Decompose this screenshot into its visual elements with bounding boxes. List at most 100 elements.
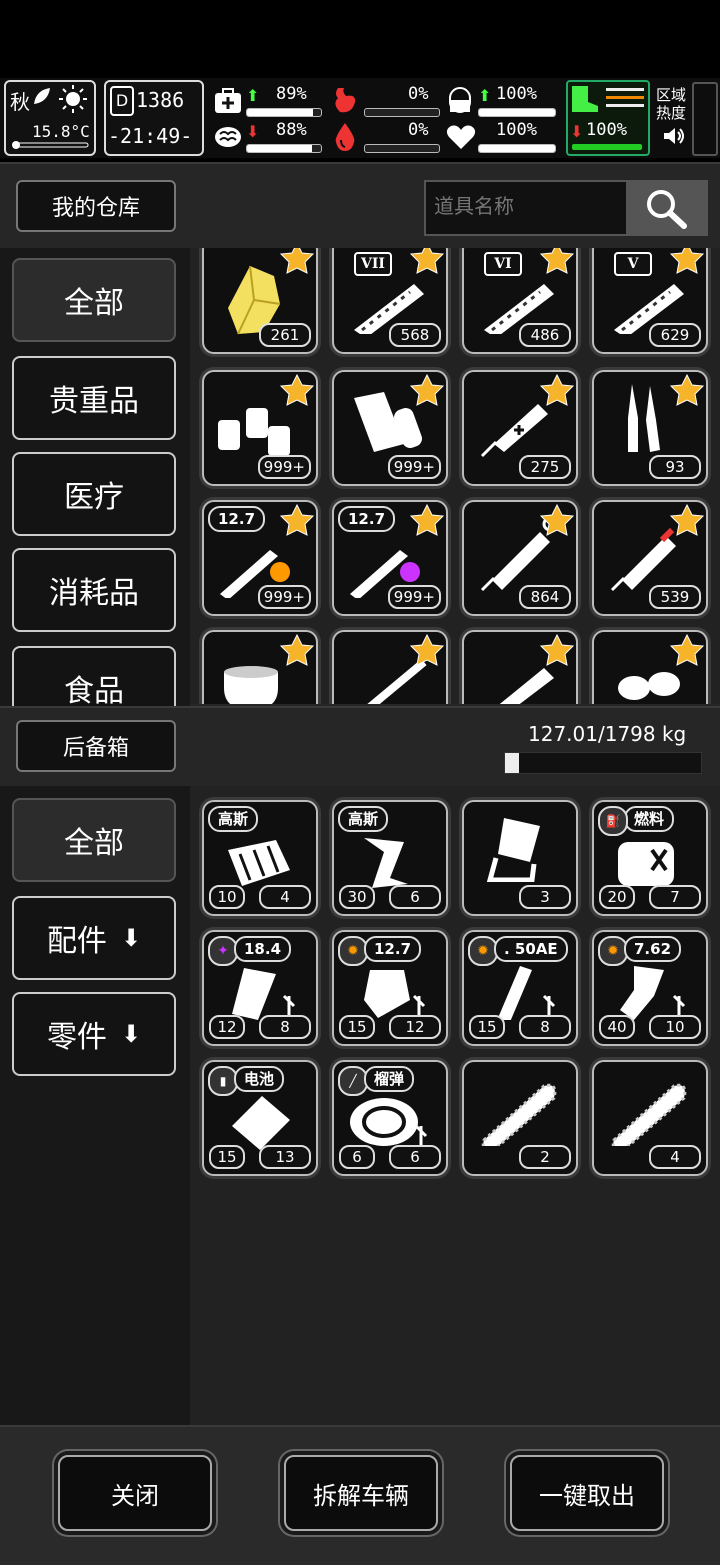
- item-slot[interactable]: 864: [462, 500, 578, 616]
- stamina-value: 100%: [586, 120, 627, 140]
- trunk-category-all[interactable]: 全部: [12, 798, 176, 882]
- item-slot[interactable]: 燃料 ⛽ 20 7: [592, 800, 708, 916]
- item-count: 999+: [387, 455, 441, 479]
- star-icon: [280, 504, 314, 536]
- status-bar: 秋 15.8°C D 1386 -21:49- ⬆ 89% 0% ⬆ 100% …: [0, 78, 720, 158]
- item-slot[interactable]: 高斯 10 4: [202, 800, 318, 916]
- category-valuables[interactable]: 贵重品: [12, 356, 176, 440]
- arrow-down-icon: ⬇: [120, 1020, 142, 1048]
- brain-icon: [215, 127, 241, 147]
- item-slot[interactable]: ✹ 7.62 40 10: [592, 930, 708, 1046]
- zone-heat-meter: [692, 82, 718, 156]
- stamina-line-1: [606, 88, 644, 91]
- item-slot[interactable]: 3: [462, 800, 578, 916]
- item-slot[interactable]: ▮ 电池 15 13: [202, 1060, 318, 1176]
- item-slot[interactable]: 275: [462, 370, 578, 486]
- item-count: 2: [519, 1145, 571, 1169]
- star-icon: [670, 374, 704, 406]
- item-count: 8: [519, 1015, 571, 1039]
- stamina-line-2: [606, 96, 644, 99]
- item-count: 275: [519, 455, 571, 479]
- item-count: 568: [389, 323, 441, 347]
- trend-up-icon: ⬆: [246, 86, 260, 105]
- item-slot[interactable]: 高斯 30 6: [332, 800, 448, 916]
- item-slot[interactable]: 2: [462, 1060, 578, 1176]
- item-slot[interactable]: 12.7 999+: [332, 500, 448, 616]
- grenade-drum-icon: [350, 1098, 428, 1146]
- water-drop-icon: [335, 123, 355, 151]
- item-count: 999+: [257, 585, 311, 609]
- item-left-count: 20: [599, 885, 635, 909]
- item-slot[interactable]: 4: [592, 1060, 708, 1176]
- trunk-item-grid: 高斯 10 4 高斯 30 6 3 燃料 ⛽ 20 7 ✦ 18.4 12 8 …: [190, 786, 720, 1426]
- magazine-18-4-icon: [232, 968, 296, 1020]
- star-icon: [410, 634, 444, 666]
- heart-value: 100%: [496, 120, 537, 140]
- item-count: 3: [519, 885, 571, 909]
- caliber-tag: 12.7: [208, 506, 266, 532]
- star-icon: [410, 374, 444, 406]
- caliber-tag: 12.7: [364, 936, 422, 962]
- star-icon: [540, 634, 574, 666]
- season-label: 秋: [10, 90, 30, 114]
- item-slot[interactable]: ✹ . 50AE 15 8: [462, 930, 578, 1046]
- item-left-count: 15: [209, 1145, 245, 1169]
- search-button[interactable]: [626, 182, 706, 234]
- chainsaw-blade-2-icon: [611, 1083, 687, 1146]
- item-slot[interactable]: 261: [202, 248, 318, 354]
- chainsaw-blade-icon: [481, 1083, 557, 1146]
- medicine-value: 100%: [496, 84, 537, 104]
- season-weather-box: 秋 15.8°C: [4, 80, 96, 156]
- category-all[interactable]: 全部: [12, 258, 176, 342]
- medicine-bar: [478, 108, 556, 117]
- star-icon: [670, 504, 704, 536]
- item-count: 999+: [387, 585, 441, 609]
- item-slot[interactable]: ✦ 18.4 12 8: [202, 930, 318, 1046]
- item-slot[interactable]: V 629: [592, 248, 708, 354]
- caliber-tag: 12.7: [338, 506, 396, 532]
- warehouse-item-grid: 261 VII 568 VI 486 V 629 999+ 999+ 275 9…: [190, 248, 720, 704]
- item-slot[interactable]: 999+: [332, 370, 448, 486]
- item-slot[interactable]: ✹ 12.7 15 12: [332, 930, 448, 1046]
- item-count: 864: [519, 585, 571, 609]
- sun-icon: [59, 85, 87, 113]
- item-slot[interactable]: 93: [592, 370, 708, 486]
- search-input[interactable]: [432, 192, 620, 222]
- item-left-count: 15: [469, 1015, 505, 1039]
- search-box: [424, 180, 708, 236]
- weight-bar: [504, 752, 702, 774]
- star-icon: [280, 374, 314, 406]
- fuel-tag: 燃料: [624, 806, 675, 832]
- take-all-button[interactable]: 一键取出: [510, 1455, 664, 1531]
- item-slot[interactable]: VI 486: [462, 248, 578, 354]
- speaker-icon[interactable]: [662, 126, 686, 146]
- stamina-box: ⬇ 100%: [566, 80, 650, 156]
- category-food[interactable]: 食品: [12, 646, 176, 706]
- category-consumables[interactable]: 消耗品: [12, 548, 176, 632]
- item-slot[interactable]: [462, 630, 578, 704]
- medkit-icon: [215, 88, 241, 113]
- category-medical[interactable]: 医疗: [12, 452, 176, 536]
- gauss-magazine-icon: [228, 840, 290, 886]
- close-button[interactable]: 关闭: [58, 1455, 212, 1531]
- item-count: 261: [259, 323, 311, 347]
- dismantle-vehicle-button[interactable]: 拆解车辆: [284, 1455, 438, 1531]
- item-slot[interactable]: 999+: [202, 370, 318, 486]
- item-slot[interactable]: ╱ 榴弹 6 6: [332, 1060, 448, 1176]
- item-slot[interactable]: [202, 630, 318, 704]
- hunger-bar: [364, 108, 440, 117]
- item-slot[interactable]: 539: [592, 500, 708, 616]
- item-slot[interactable]: [332, 630, 448, 704]
- trunk-category-accessories[interactable]: 配件 ⬇: [12, 896, 176, 980]
- item-slot[interactable]: VII 568: [332, 248, 448, 354]
- item-slot[interactable]: 12.7 999+: [202, 500, 318, 616]
- search-icon: [647, 190, 687, 229]
- trunk-category-parts[interactable]: 零件 ⬇: [12, 992, 176, 1076]
- day-counter: 1386: [136, 88, 185, 112]
- magazine-12-7-icon: [364, 970, 426, 1018]
- item-slot[interactable]: [592, 630, 708, 704]
- stamina-line-3: [606, 104, 644, 107]
- item-count: 629: [649, 323, 701, 347]
- star-icon: [670, 634, 704, 666]
- star-icon: [540, 504, 574, 536]
